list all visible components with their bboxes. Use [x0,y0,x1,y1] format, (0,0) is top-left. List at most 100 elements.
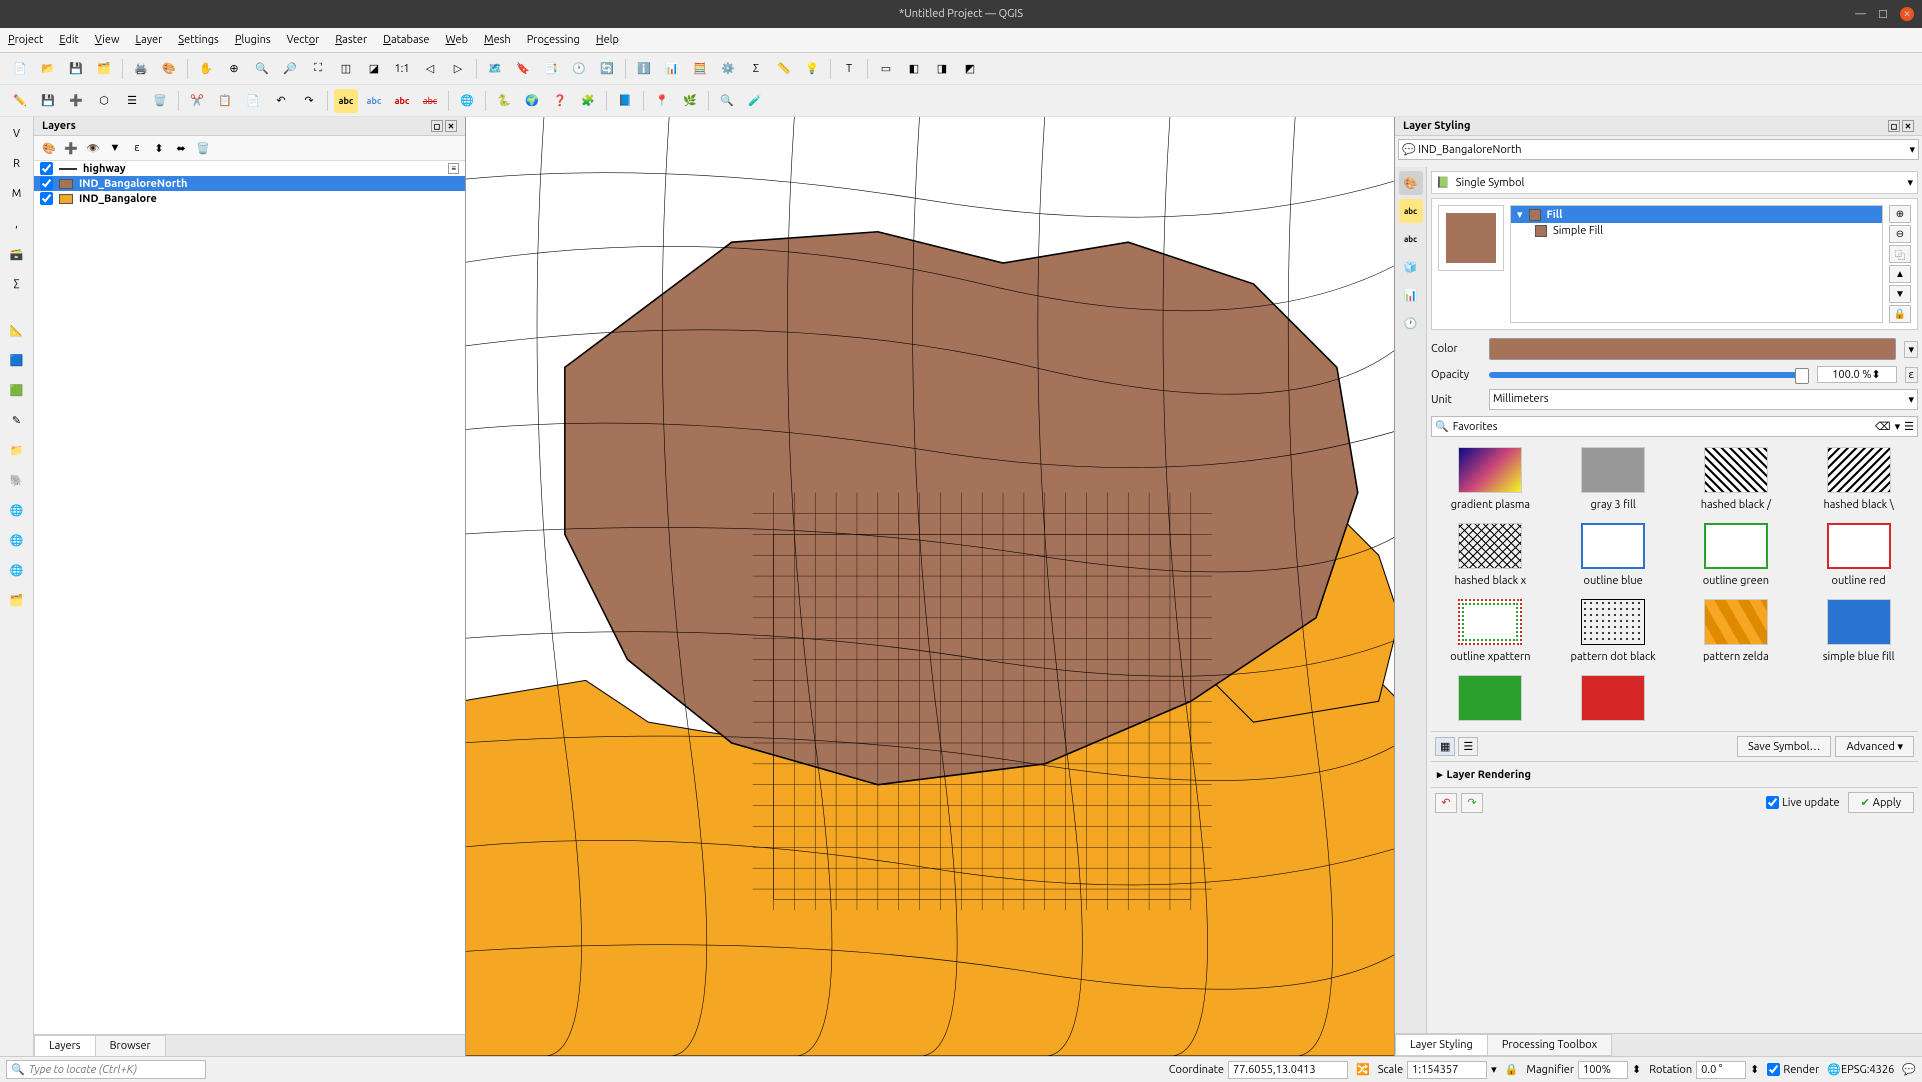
coordinate-input[interactable] [1228,1061,1348,1079]
tab-symbology-icon[interactable]: 🎨 [1399,171,1423,195]
close-button[interactable]: ✕ [1900,7,1914,21]
layer-checkbox[interactable] [40,162,53,175]
layout-manager-icon[interactable]: 🖨️ [129,57,153,81]
save-as-icon[interactable]: 🗂️ [92,57,116,81]
label-abc-blue-icon[interactable]: abc [362,89,386,113]
add-vector-icon[interactable]: V [4,121,30,147]
add-wms-icon[interactable]: 🌐 [4,497,30,523]
help-icon[interactable]: ❓ [548,89,572,113]
add-mesh-icon[interactable]: M [4,181,30,207]
add-postgis-icon[interactable]: 🐘 [4,467,30,493]
locator-bar[interactable]: 🔍 [6,1060,206,1079]
new-bookmark-icon[interactable]: 🔖 [511,57,535,81]
lock-scale-icon[interactable]: 🔒 [1505,1063,1519,1076]
pan-icon[interactable]: ✋ [194,57,218,81]
new-virtual-icon[interactable]: 📁 [4,437,30,463]
field-calc-icon[interactable]: 🧮 [688,57,712,81]
magnifier-input[interactable] [1578,1061,1628,1079]
toolbox-icon[interactable]: ⚙️ [716,57,740,81]
color-picker[interactable] [1489,338,1896,360]
open-table-icon[interactable]: 📊 [660,57,684,81]
messages-icon[interactable]: 💬 [1902,1063,1916,1076]
zoom-layer-icon[interactable]: ◪ [362,57,386,81]
zoom-last-icon[interactable]: ◁ [418,57,442,81]
plugin2-icon[interactable]: 📘 [613,89,637,113]
cut-features-icon[interactable]: ✂️ [185,89,209,113]
paste-features-icon[interactable]: 📄 [241,89,265,113]
select-features-icon[interactable]: ▭ [874,57,898,81]
icon-view-button[interactable]: ▦ [1435,737,1455,756]
crs-button[interactable]: 🌐EPSG:4326 [1827,1063,1894,1076]
style-hashed-black-fwd[interactable]: hashed black / [1681,447,1792,511]
annotation-text-icon[interactable]: T [837,57,861,81]
plugin-icon[interactable]: 🧩 [576,89,600,113]
tab-browser[interactable]: Browser [95,1035,166,1056]
scale-input[interactable] [1407,1061,1487,1079]
statistics-icon[interactable]: Σ [744,57,768,81]
redo-icon[interactable]: ↷ [297,89,321,113]
tab-history-icon[interactable]: 🕐 [1399,311,1423,335]
remove-symbol-layer-button[interactable]: ⊖ [1889,225,1911,243]
style-pattern-zelda[interactable]: pattern zelda [1681,599,1792,663]
add-symbol-layer-button[interactable]: ⊕ [1889,205,1911,223]
show-bookmarks-icon[interactable]: 📑 [539,57,563,81]
layer-visibility-icon[interactable]: 👁️ [84,139,102,157]
measure-icon[interactable]: 📏 [772,57,796,81]
layer-remove-icon[interactable]: 🗑️ [194,139,212,157]
style-outline-blue[interactable]: outline blue [1558,523,1669,587]
tab-layers[interactable]: Layers [34,1035,96,1056]
layer-item-highway[interactable]: highway ≡ [34,161,465,176]
menu-settings[interactable]: Settings [178,34,219,46]
rotation-input[interactable] [1696,1061,1746,1079]
style-gray-3-fill[interactable]: gray 3 fill [1558,447,1669,511]
menu-raster[interactable]: Raster [335,34,367,46]
clear-search-button[interactable]: ⌫ [1875,420,1891,433]
unit-select[interactable]: Millimeters▾ [1489,389,1918,410]
zoom-full-icon[interactable]: ⛶ [306,57,330,81]
zoom-in-icon[interactable]: 🔍 [250,57,274,81]
style-extra-green[interactable] [1435,675,1546,727]
identify-icon[interactable]: ℹ️ [632,57,656,81]
menu-project[interactable]: Project [8,34,43,46]
symbol-tree[interactable]: ▾ Fill Simple Fill [1510,205,1883,323]
layers-close-button[interactable]: ✕ [445,120,457,132]
tab-3d-icon[interactable]: 🧊 [1399,255,1423,279]
tab-labels-icon[interactable]: abc [1399,199,1423,223]
add-wcs-icon[interactable]: 🌐 [4,527,30,553]
add-wfs-icon[interactable]: 🌐 [4,557,30,583]
style-manager-icon[interactable]: 🎨 [157,57,181,81]
map-canvas[interactable] [466,117,1394,1056]
style-manager-button[interactable]: ☰ [1904,420,1914,433]
copy-features-icon[interactable]: 📋 [213,89,237,113]
menu-help[interactable]: Help [596,34,619,46]
layer-expand-icon[interactable]: ⬍ [150,139,168,157]
pan-to-selection-icon[interactable]: ⊕ [222,57,246,81]
favorites-search-input[interactable] [1453,421,1871,433]
redo-style-button[interactable]: ↷ [1461,793,1483,813]
tab-processing-toolbox[interactable]: Processing Toolbox [1487,1034,1612,1056]
add-virtual-icon[interactable]: ∑ [4,271,30,297]
modify-attributes-icon[interactable]: ☰ [120,89,144,113]
style-simple-blue-fill[interactable]: simple blue fill [1803,599,1914,663]
tags-dropdown-button[interactable]: ▾ [1895,420,1901,433]
tab-diagrams-icon[interactable]: 📊 [1399,283,1423,307]
opacity-override-button[interactable]: ε [1905,367,1919,383]
style-outline-xpattern[interactable]: outline xpattern [1435,599,1546,663]
save-project-icon[interactable]: 💾 [64,57,88,81]
new-map-view-icon[interactable]: 🗺️ [483,57,507,81]
apply-button[interactable]: ✔Apply [1848,792,1914,813]
menu-plugins[interactable]: Plugins [235,34,271,46]
style-outline-green[interactable]: outline green [1681,523,1792,587]
tab-layer-styling[interactable]: Layer Styling [1395,1034,1488,1056]
layer-add-group-icon[interactable]: ➕ [62,139,80,157]
map-tips-icon[interactable]: 💡 [800,57,824,81]
menu-processing[interactable]: Processing [527,34,580,46]
maximize-button[interactable]: ☐ [1878,8,1888,21]
new-memory-icon[interactable]: ✎ [4,407,30,433]
menu-edit[interactable]: Edit [59,34,79,46]
locator-input[interactable] [29,1064,201,1076]
save-symbol-button[interactable]: Save Symbol… [1737,736,1832,757]
new-spatialite-icon[interactable]: 🟦 [4,347,30,373]
zoom-next-icon[interactable]: ▷ [446,57,470,81]
undo-icon[interactable]: ↶ [269,89,293,113]
